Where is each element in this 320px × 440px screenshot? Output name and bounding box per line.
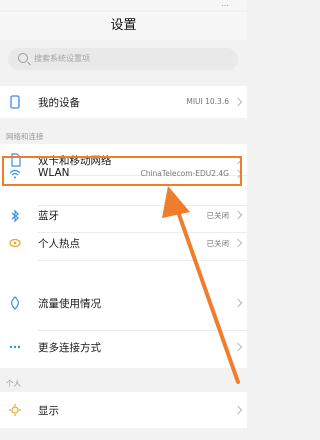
annotation-arrow: [162, 186, 240, 384]
